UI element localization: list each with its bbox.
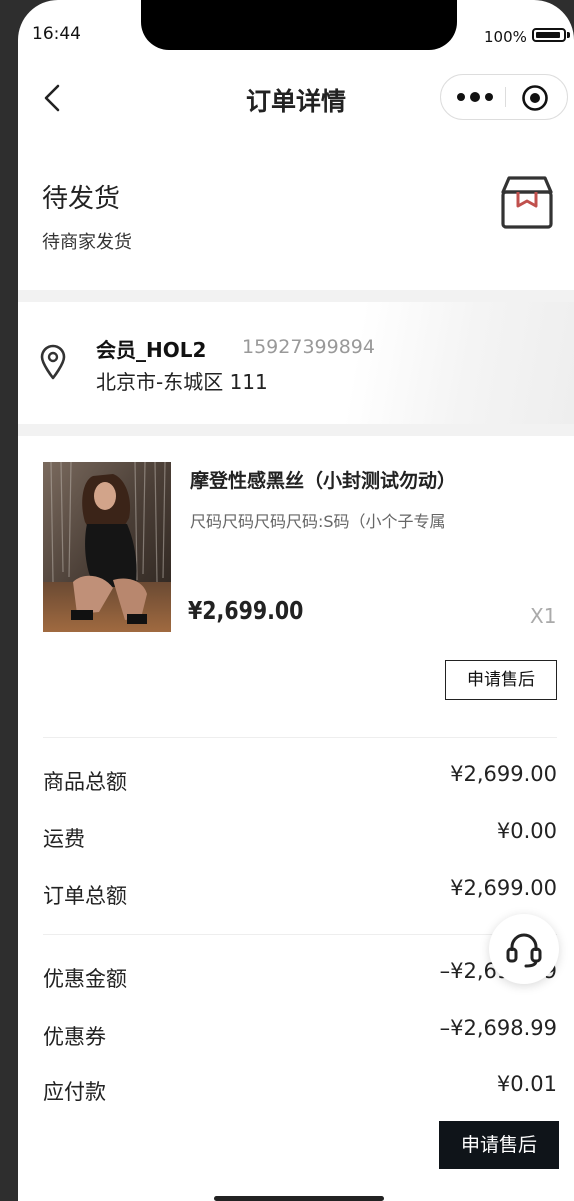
location-pin-icon xyxy=(40,344,66,380)
order-total-label: 订单总额 xyxy=(43,884,127,908)
apply-after-sale-button[interactable]: 申请售后 xyxy=(445,660,557,700)
section-gap xyxy=(18,424,574,436)
goods-total-label: 商品总额 xyxy=(43,770,127,794)
address-card[interactable] xyxy=(18,302,574,424)
device-notch xyxy=(141,0,457,50)
order-status: 待发货 xyxy=(42,184,121,214)
recipient-name: 会员_HOL2 xyxy=(96,338,207,362)
phone-screen: 16:44 100% 订单详情 待发货 待商家发货 会员_HOL2 159273… xyxy=(18,0,574,1201)
order-total-value: ¥2,699.00 xyxy=(450,876,557,900)
product-name[interactable]: 摩登性感黑丝（小封测试勿动） xyxy=(190,466,456,493)
shipping-value: ¥0.00 xyxy=(496,819,557,843)
product-quantity: X1 xyxy=(530,604,557,628)
product-spec: 尺码尺码尺码尺码:S码（小个子专属 xyxy=(190,512,446,531)
payable-label: 应付款 xyxy=(43,1080,106,1104)
section-gap xyxy=(18,290,574,302)
status-time: 16:44 xyxy=(32,24,81,44)
recipient-phone: 15927399894 xyxy=(242,336,375,358)
product-price: ¥2,699.00 xyxy=(188,596,304,625)
mini-program-capsule xyxy=(440,74,568,120)
home-indicator xyxy=(214,1196,384,1201)
order-status-desc: 待商家发货 xyxy=(42,232,132,253)
recipient-address: 北京市-东城区 111 xyxy=(96,370,268,394)
shipping-label: 运费 xyxy=(43,827,85,851)
target-circle-icon[interactable] xyxy=(521,84,549,112)
package-box-icon xyxy=(498,172,556,232)
goods-total-value: ¥2,699.00 xyxy=(450,762,557,786)
coupon-value: –¥2,698.99 xyxy=(439,1016,557,1040)
battery-icon xyxy=(532,28,566,42)
payable-value: ¥0.01 xyxy=(496,1072,557,1096)
customer-service-button[interactable] xyxy=(489,914,559,984)
apply-after-sale-primary-button[interactable]: 申请售后 xyxy=(439,1121,559,1169)
battery-tip xyxy=(567,32,570,38)
more-dots-icon[interactable] xyxy=(455,88,495,106)
headset-icon xyxy=(506,933,542,968)
battery-percentage: 100% xyxy=(484,28,527,46)
product-image[interactable] xyxy=(43,462,171,632)
capsule-divider xyxy=(505,87,506,107)
discount-label: 优惠金额 xyxy=(43,967,127,991)
coupon-label: 优惠券 xyxy=(43,1025,106,1049)
divider xyxy=(43,934,557,935)
divider xyxy=(43,737,557,738)
